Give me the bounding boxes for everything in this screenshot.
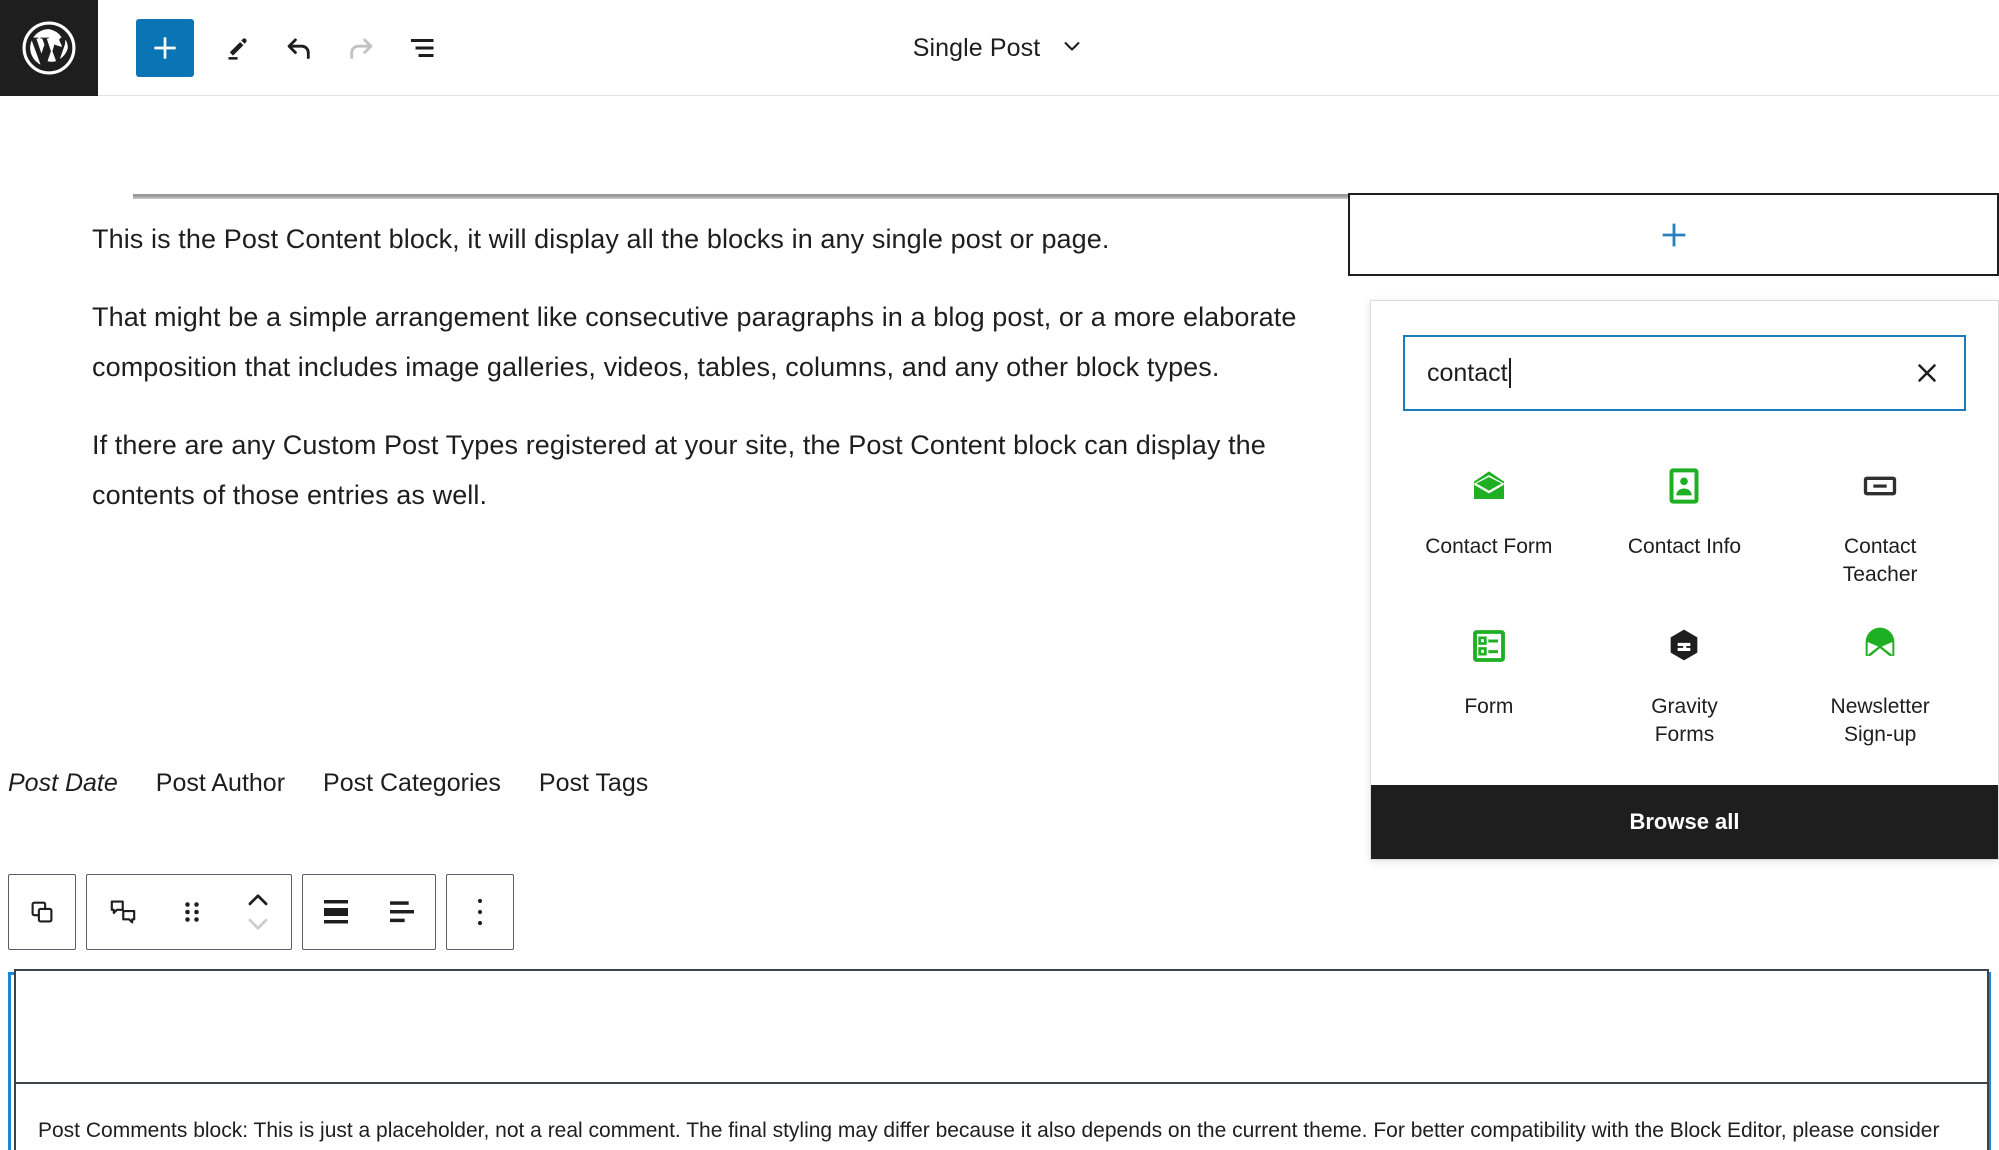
document-title-button[interactable]: Single Post (903, 26, 1097, 71)
inserter-item-contact-teacher[interactable]: Contact Teacher (1782, 449, 1978, 599)
block-toolbar-group-align (302, 874, 436, 950)
redo-button[interactable] (330, 17, 392, 79)
plus-icon (149, 32, 181, 64)
search-input-value-wrap: contact (1427, 358, 1511, 388)
block-inserter-popover: contact Contact Form (1370, 300, 1999, 860)
paragraph-block[interactable]: That might be a simple arrangement like … (92, 292, 1332, 392)
inserter-item-label: Contact Info (1628, 533, 1741, 561)
envelope-open-icon (1469, 463, 1509, 509)
inserter-item-contact-info[interactable]: Contact Info (1587, 449, 1783, 599)
select-parent-block-button[interactable] (9, 875, 75, 949)
align-button[interactable] (303, 875, 369, 949)
header-toolbar (98, 0, 454, 96)
list-view-button[interactable] (392, 17, 454, 79)
inserter-item-label: Newsletter Sign-up (1815, 693, 1945, 749)
undo-icon (281, 30, 317, 66)
post-meta-row: Post Date Post Author Post Categories Po… (8, 769, 648, 798)
vertical-dots-icon (469, 896, 491, 928)
post-categories-block[interactable]: Post Categories (323, 769, 501, 798)
move-up-down-button[interactable] (225, 875, 291, 949)
inserter-results-grid: Contact Form Contact Info Contact Teache… (1371, 431, 1998, 785)
chevron-down-icon (1058, 32, 1086, 65)
page-title: Single Post (913, 34, 1041, 63)
inserter-item-label: Contact Teacher (1815, 533, 1945, 589)
close-icon (1912, 358, 1942, 388)
block-toolbar-group-more (446, 874, 514, 950)
align-wide-icon (320, 897, 352, 927)
post-tags-block[interactable]: Post Tags (539, 769, 648, 798)
pencil-icon (220, 31, 254, 65)
inserter-item-contact-form[interactable]: Contact Form (1391, 449, 1587, 599)
newsletter-envelope-icon (1860, 623, 1900, 669)
text-align-button[interactable] (369, 875, 435, 949)
wordpress-logo-icon (20, 19, 78, 77)
chevron-up-down-icon (243, 889, 273, 935)
block-appender-button[interactable] (1348, 193, 1999, 276)
block-toolbar (8, 874, 514, 950)
inserter-item-gravity-forms[interactable]: Gravity Forms (1587, 609, 1783, 759)
inserter-item-label: Gravity Forms (1619, 693, 1749, 749)
parent-block-icon (27, 897, 57, 927)
block-type-comments-button[interactable] (87, 875, 159, 949)
paragraph-block[interactable]: This is the Post Content block, it will … (92, 214, 1332, 264)
form-list-icon (1469, 623, 1509, 669)
search-input[interactable]: contact (1403, 335, 1966, 411)
rectangle-dash-icon (1860, 463, 1900, 509)
more-options-button[interactable] (447, 875, 513, 949)
inserter-item-form[interactable]: Form (1391, 609, 1587, 759)
drag-dots-icon (179, 897, 205, 927)
plus-icon (1657, 218, 1691, 252)
paragraph-block[interactable]: If there are any Custom Post Types regis… (92, 420, 1332, 520)
post-author-block[interactable]: Post Author (156, 769, 285, 798)
drag-handle[interactable] (159, 875, 225, 949)
search-input-value: contact (1427, 359, 1508, 388)
editor-header: Single Post (0, 0, 1999, 96)
gravity-forms-icon (1664, 623, 1704, 669)
clear-search-button[interactable] (1910, 356, 1944, 390)
add-block-button[interactable] (136, 19, 194, 77)
text-align-left-icon (386, 897, 418, 927)
edit-mode-button[interactable] (206, 17, 268, 79)
post-date-block[interactable]: Post Date (8, 769, 118, 798)
browse-all-button[interactable]: Browse all (1371, 785, 1998, 859)
block-toolbar-group-parent (8, 874, 76, 950)
post-content-block[interactable]: This is the Post Content block, it will … (92, 214, 1332, 520)
post-comments-placeholder-text: Post Comments block: This is just a plac… (38, 1114, 1968, 1150)
block-toolbar-group-move (86, 874, 292, 950)
comments-icon (107, 896, 139, 928)
inserter-item-label: Form (1464, 693, 1513, 721)
inserter-search-wrap: contact (1371, 301, 1998, 431)
list-view-icon (405, 30, 441, 66)
undo-button[interactable] (268, 17, 330, 79)
wordpress-logo-button[interactable] (0, 0, 98, 96)
inserter-item-newsletter-signup[interactable]: Newsletter Sign-up (1782, 609, 1978, 759)
redo-icon (343, 30, 379, 66)
text-caret (1509, 358, 1511, 388)
inserter-item-label: Contact Form (1425, 533, 1552, 561)
contact-card-icon (1664, 463, 1704, 509)
